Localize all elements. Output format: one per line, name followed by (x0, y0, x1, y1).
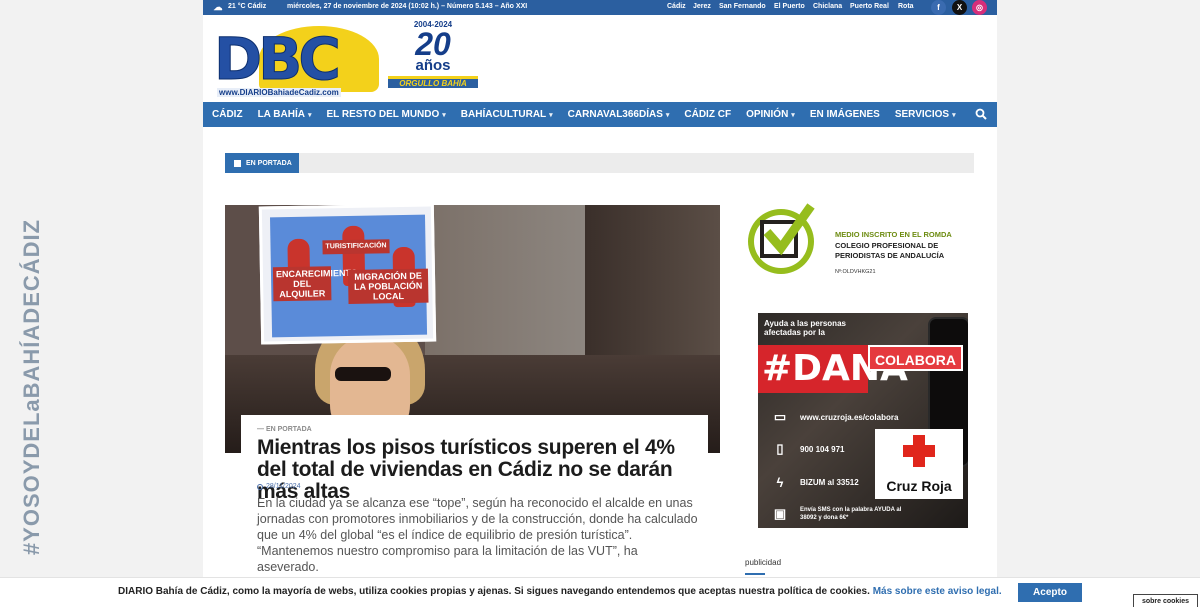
top-link-san-fernando[interactable]: San Fernando (719, 3, 766, 10)
cookie-legal-link[interactable]: Más sobre este aviso legal. (873, 586, 1002, 597)
chevron-down-icon: ▾ (791, 111, 795, 119)
top-bar: ☁ 21 °C Cádiz miércoles, 27 de noviembre… (203, 0, 997, 15)
search-icon[interactable] (974, 107, 988, 121)
romda-line2: COLEGIO PROFESIONAL DE PERIODISTAS DE AN… (835, 241, 945, 260)
section-icon (234, 159, 241, 167)
nav-item-servicios[interactable]: SERVICIOS ▾ (886, 102, 962, 127)
top-link-jerez[interactable]: Jerez (693, 3, 711, 10)
ad-hashtag: #DANA (758, 345, 908, 393)
nav-item-cadiz-cf[interactable]: CÁDIZ CF (675, 102, 737, 127)
chat-icon: ▣ (773, 506, 787, 521)
protest-placard: TURISTIFICACIÓN ENCARECIMIENTO DEL ALQUI… (258, 205, 437, 345)
cookie-accept-button[interactable]: Acepto (1018, 583, 1082, 602)
chevron-down-icon: ▾ (307, 111, 312, 119)
logo-brand: DBC (214, 25, 342, 93)
cookie-banner: DIARIO Bahía de Cádiz, como la mayoría d… (0, 577, 1200, 607)
page-container: ☁ 21 °C Cádiz miércoles, 27 de noviembre… (203, 0, 997, 607)
ad-phone-row: ▯ 900 104 971 (772, 441, 844, 457)
nav-item-en-imagenes[interactable]: EN IMÁGENES (801, 102, 886, 127)
phone-icon: ▯ (776, 441, 784, 456)
ad-bizum-row: ϟ BIZUM al 33512 (772, 475, 859, 490)
hero-person-sunglasses (335, 367, 391, 381)
main-nav: CÁDIZ LA BAHÍA ▾ EL RESTO DEL MUNDO ▾ BAHÍ… (203, 102, 997, 127)
cookie-message: DIARIO Bahía de Cádiz, como la mayoría d… (118, 586, 1002, 597)
x-icon[interactable]: X (952, 0, 967, 15)
about-cookies-button[interactable]: sobre cookies (1133, 594, 1198, 607)
top-link-chiclana[interactable]: Chiclana (813, 3, 842, 10)
check-icon (763, 203, 815, 256)
clock-icon (257, 483, 263, 490)
bizum-icon: ϟ (776, 475, 784, 490)
weather-text: 21 °C Cádiz (228, 3, 267, 10)
chevron-down-icon: ▾ (549, 111, 553, 119)
ad-intro: Ayuda a las personas afectadas por la (764, 319, 846, 337)
cruz-roja-label: Cruz Roja (886, 478, 952, 494)
article-kicker[interactable]: — EN PORTADA (257, 426, 312, 433)
nav-item-resto-mundo[interactable]: EL RESTO DEL MUNDO ▾ (317, 102, 451, 127)
section-header: EN PORTADA (225, 153, 974, 173)
section-label: EN PORTADA (246, 159, 292, 167)
article-date: 28/11/2024 (257, 483, 301, 490)
site-logo[interactable]: DBC www.DIARIOBahiadeCadiz.com (214, 26, 380, 98)
facebook-icon[interactable]: f (931, 0, 946, 15)
romda-line1: MEDIO INSCRITO EN EL ROMDA (835, 230, 952, 239)
monitor-icon: ▭ (773, 409, 787, 424)
cloud-icon: ☁ (213, 1, 223, 12)
chevron-down-icon: ▾ (952, 111, 956, 119)
nav-item-opinion[interactable]: OPINIÓN ▾ (737, 102, 801, 127)
romda-number: Nº:OLDVHKG21 (835, 269, 876, 275)
date-line: miércoles, 27 de noviembre de 2024 (10:0… (287, 3, 528, 10)
placard-label-right: MIGRACIÓN DE LA POBLACIÓN LOCAL (347, 268, 429, 304)
anniversary-number: 20 (415, 26, 451, 62)
cruz-roja-logo: Cruz Roja (875, 429, 963, 499)
anniversary-badge: 2004-2024 20 años ORGULLO BAHÍA (388, 20, 478, 98)
anniversary-word: años (415, 57, 451, 74)
romda-badge[interactable]: MEDIO INSCRITO EN EL ROMDA COLEGIO PROFE… (743, 199, 983, 291)
top-link-puerto-real[interactable]: Puerto Real (850, 3, 889, 10)
ad-colabora: COLABORA (868, 345, 963, 371)
top-link-cadiz[interactable]: Cádiz (667, 3, 686, 10)
ad-sms-row: ▣ Envía SMS con la palabra AYUDA al 38092… (773, 506, 902, 521)
chevron-down-icon: ▾ (665, 111, 670, 119)
dana-ad-banner[interactable]: Ayuda a las personas afectadas por la #D… (758, 313, 968, 528)
side-vertical-slogan: #YOSOYDELaBAHÍADECÁDIZ (19, 218, 44, 556)
nav-item-la-bahia[interactable]: LA BAHÍA ▾ (249, 102, 318, 127)
placard-label-left: ENCARECIMIENTO DEL ALQUILER (272, 266, 358, 302)
instagram-icon[interactable]: ◎ (972, 0, 987, 15)
publicidad-label: publicidad (745, 558, 782, 567)
red-cross-icon (903, 435, 935, 467)
logo-url: www.DIARIOBahiadeCadiz.com (217, 88, 341, 97)
top-link-el-puerto[interactable]: El Puerto (774, 3, 805, 10)
placard-label-top: TURISTIFICACIÓN (322, 239, 390, 255)
nav-item-cadiz[interactable]: CÁDIZ (203, 102, 249, 127)
anniversary-motto: ORGULLO BAHÍA (388, 76, 478, 88)
ad-web-row: ▭ www.cruzroja.es/colabora (773, 409, 899, 424)
section-tag[interactable]: EN PORTADA (225, 153, 299, 173)
publicidad-underline (745, 573, 765, 575)
article-title[interactable]: Mientras los pisos turísticos superen el… (257, 437, 702, 503)
top-link-rota[interactable]: Rota (898, 3, 914, 10)
chevron-down-icon: ▾ (442, 111, 446, 119)
nav-item-bahiacultural[interactable]: BAHÍACULTURAL ▾ (452, 102, 559, 127)
nav-item-carnaval[interactable]: CARNAVAL366DÍAS ▾ (559, 102, 676, 127)
article-card: — EN PORTADA Mientras los pisos turístic… (241, 415, 708, 585)
article-excerpt: En la ciudad ya se alcanza ese “tope”, s… (257, 496, 698, 574)
